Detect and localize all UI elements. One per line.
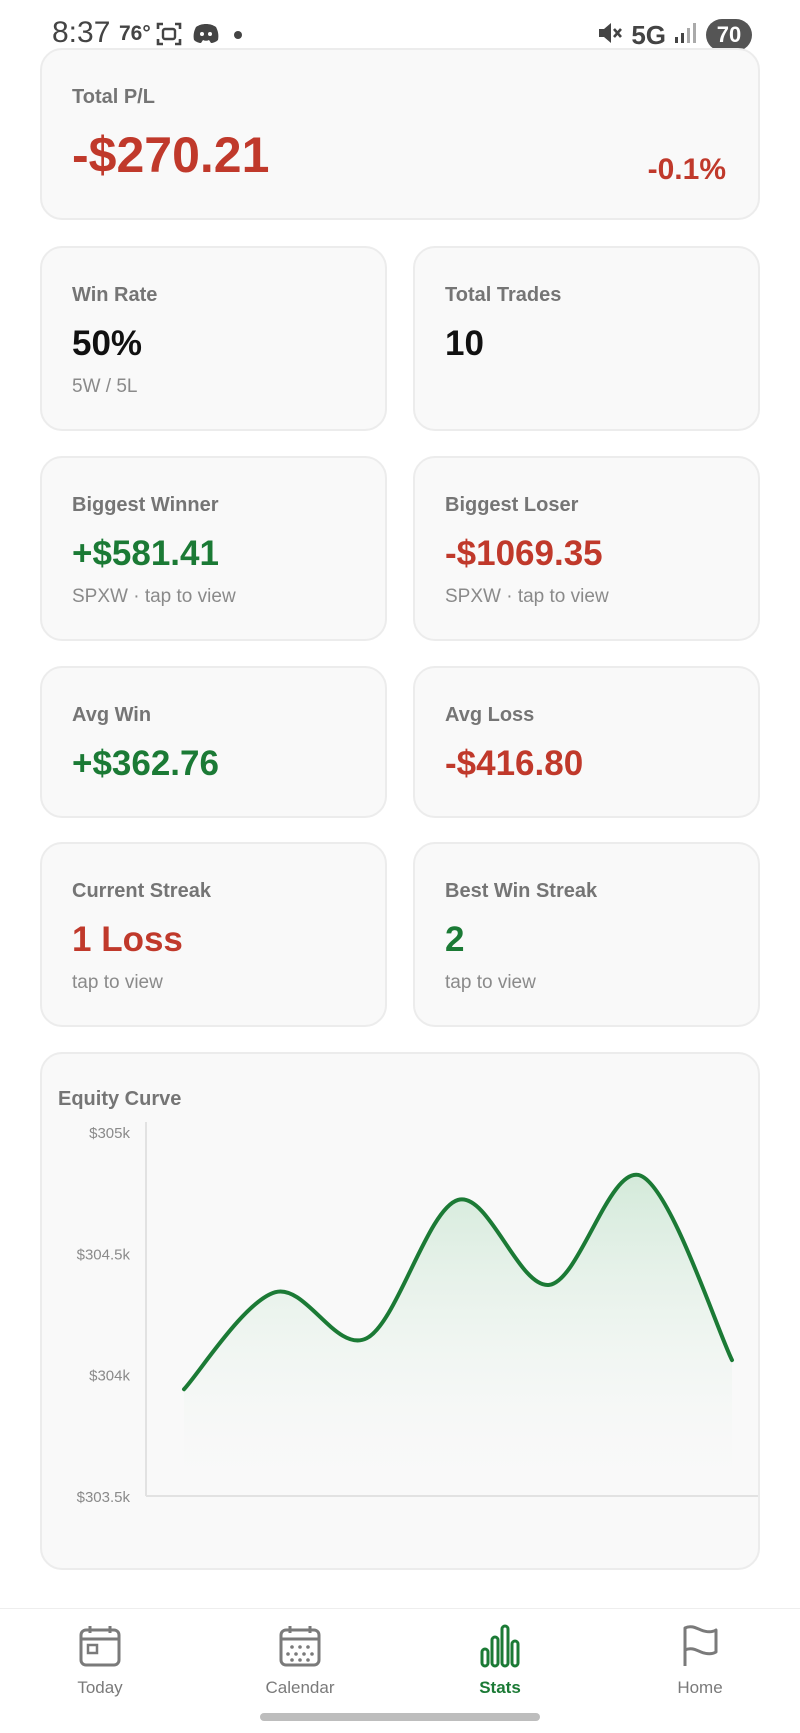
status-temperature: 76° xyxy=(119,22,151,45)
total-trades-label: Total Trades xyxy=(445,284,562,306)
nav-calendar-label: Calendar xyxy=(265,1678,335,1697)
best-win-streak-card[interactable]: Best Win Streak 2 tap to view xyxy=(413,842,760,1027)
y-tick-label: $304.5k xyxy=(77,1246,131,1263)
home-gesture-bar[interactable] xyxy=(260,1713,540,1721)
nav-calendar[interactable]: Calendar xyxy=(240,1623,360,1698)
y-tick-label: $305k xyxy=(89,1125,130,1142)
equity-point xyxy=(364,1335,370,1341)
mute-icon xyxy=(595,19,623,52)
flag-icon xyxy=(677,1625,723,1673)
biggest-winner-value: +$581.41 xyxy=(72,534,219,573)
biggest-loser-label: Biggest Loser xyxy=(445,494,579,516)
network-type: 5G xyxy=(631,19,666,50)
avg-loss-card: Avg Loss -$416.80 xyxy=(413,666,760,818)
equity-point xyxy=(455,1197,461,1203)
biggest-loser-value: -$1069.35 xyxy=(445,534,603,573)
equity-point xyxy=(729,1357,735,1363)
avg-loss-value: -$416.80 xyxy=(445,744,584,783)
current-streak-value: 1 Loss xyxy=(72,920,183,959)
nav-today[interactable]: Today xyxy=(40,1623,160,1698)
equity-point xyxy=(638,1173,644,1179)
nav-stats-label: Stats xyxy=(479,1678,521,1697)
signal-icon xyxy=(674,21,698,50)
total-trades-value: 10 xyxy=(445,324,484,363)
equity-point xyxy=(181,1386,187,1392)
win-rate-label: Win Rate xyxy=(72,284,158,306)
biggest-loser-card[interactable]: Biggest Loser -$1069.35 SPXW · tap to vi… xyxy=(413,456,760,641)
win-rate-breakdown: 5W / 5L xyxy=(72,376,138,397)
status-time: 8:37 xyxy=(52,16,111,49)
biggest-winner-card[interactable]: Biggest Winner +$581.41 SPXW · tap to vi… xyxy=(40,456,387,641)
biggest-loser-hint: SPXW · tap to view xyxy=(445,586,609,607)
nav-today-label: Today xyxy=(77,1678,123,1697)
battery-indicator: 70 xyxy=(706,19,752,51)
total-pl-label: Total P/L xyxy=(72,86,155,108)
y-tick-label: $304k xyxy=(89,1368,130,1385)
current-streak-label: Current Streak xyxy=(72,880,211,902)
equity-point xyxy=(546,1282,552,1288)
equity-curve-card: Equity Curve $305k $304.5k $304k $303.5k xyxy=(40,1052,760,1570)
win-rate-card: Win Rate 50% 5W / 5L xyxy=(40,246,387,431)
y-tick-label: $303.5k xyxy=(77,1489,131,1506)
current-streak-card[interactable]: Current Streak 1 Loss tap to view xyxy=(40,842,387,1027)
bar-chart-icon xyxy=(477,1624,523,1673)
biggest-winner-hint: SPXW · tap to view xyxy=(72,586,236,607)
calendar-icon xyxy=(277,1626,323,1673)
best-win-streak-value: 2 xyxy=(445,920,465,959)
equity-curve-chart: $305k $304.5k $304k $303.5k xyxy=(77,1122,758,1506)
total-pl-percent: -0.1% xyxy=(647,153,726,186)
avg-win-value: +$362.76 xyxy=(72,744,219,783)
nav-home-label: Home xyxy=(677,1678,723,1697)
nav-stats[interactable]: Stats xyxy=(440,1623,560,1698)
win-rate-value: 50% xyxy=(72,324,143,363)
equity-curve-title: Equity Curve xyxy=(58,1088,182,1110)
total-pl-value: -$270.21 xyxy=(72,127,270,183)
total-pl-card: Total P/L -$270.21 -0.1% xyxy=(40,48,760,220)
avg-win-label: Avg Win xyxy=(72,704,152,726)
biggest-winner-label: Biggest Winner xyxy=(72,494,219,516)
best-win-streak-label: Best Win Streak xyxy=(445,880,598,902)
best-win-streak-hint: tap to view xyxy=(445,972,536,993)
equity-area xyxy=(184,1174,732,1476)
avg-loss-label: Avg Loss xyxy=(445,704,535,726)
notification-dot xyxy=(234,31,242,39)
equity-point xyxy=(272,1289,278,1295)
avg-win-card: Avg Win +$362.76 xyxy=(40,666,387,818)
total-trades-card: Total Trades 10 xyxy=(413,246,760,431)
nav-home[interactable]: Home xyxy=(640,1623,760,1698)
current-streak-hint: tap to view xyxy=(72,972,163,993)
calendar-day-icon xyxy=(77,1626,123,1673)
